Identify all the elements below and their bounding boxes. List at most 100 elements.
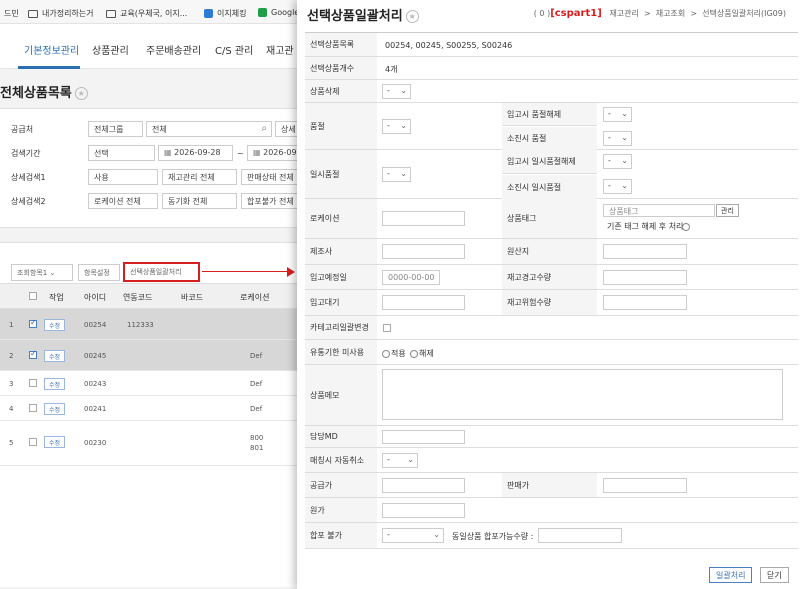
merge-qty-label: 동일상품 합포가능수량 : [452,532,534,541]
auto-cancel-select[interactable]: - ⌄ [382,453,418,468]
table-row[interactable]: 1 ✓ 수정 00254 112333 [0,309,300,340]
table-row[interactable]: 3 수정 00243 Def [0,371,300,396]
delete-select[interactable]: - ⌄ [382,84,411,99]
maker-input[interactable] [382,244,465,259]
edit-button[interactable]: 수정 [44,319,66,331]
expiry-release-label: 해제 [419,349,434,358]
search-panel: 공급처 전체그룹 전체 ⌕ 상세 검색기간 선택 ▦ 2026-09-28 ~ ▦… [0,108,300,228]
breadcrumb: ( 0 )[cspart1] 재고관리 > 재고조회 > 선택상품일괄처리(IG… [534,8,786,19]
row-checkbox-checked[interactable]: ✓ [29,349,37,359]
in-temp-release-select[interactable]: - ⌄ [603,154,632,169]
close-button[interactable]: 닫기 [760,567,789,583]
date-to-input[interactable]: ▦ 2026-09 [247,145,300,161]
edit-button[interactable]: 수정 [44,436,66,448]
memo-textarea[interactable] [382,369,783,420]
page-title: 전체상품목록 ★ [0,82,88,101]
batch-process-button[interactable]: 선택상품일괄처리 [123,262,200,282]
favorite-star-icon[interactable]: ★ [74,87,88,100]
favorite-star-icon[interactable]: ★ [405,10,419,23]
temp-soldout-select[interactable]: - ⌄ [382,167,411,182]
table-row[interactable]: 2 ✓ 수정 00245 Def [0,340,300,371]
out-temp-select-value: - [608,181,611,190]
nav-tab-cs[interactable]: C/S 관리 [215,42,253,57]
table-row[interactable]: 4 수정 00241 Def [0,396,300,421]
nav-tab-basic-info[interactable]: 기본정보관리 [24,42,79,57]
tag-input[interactable]: 상품태그 [603,204,715,217]
column-setting-button[interactable]: 항목설정 [78,264,120,281]
row-checkbox[interactable] [29,404,37,412]
row-checkbox-checked[interactable]: ✓ [29,318,37,328]
crumb-2[interactable]: 재고조회 [656,9,685,18]
form-row-soldout: 품절 - ⌄ 입고시 품절해제 - ⌄ 소진시 품절 - ⌄ [305,103,798,150]
date-from-input[interactable]: ▦ 2026-09-28 [158,145,233,161]
wait-input[interactable] [382,295,465,310]
batch-modal: 선택상품일괄처리 ★ ( 0 )[cspart1] 재고관리 > 재고조회 > 선… [297,0,800,589]
merge-label: 합포 불가 [305,523,377,548]
col-header-linkcode: 연동코드 [123,293,153,302]
batch-apply-button[interactable]: 일괄처리 [709,567,753,583]
edit-button[interactable]: 수정 [44,403,66,415]
detail1-stock-select[interactable]: 재고관리 전체 [162,169,237,185]
indate-input[interactable]: 0000-00-00 [382,270,440,285]
stock-warn-input[interactable] [603,270,687,285]
table-row[interactable]: 5 수정 00230 800 801 [0,421,300,466]
location-input[interactable] [382,211,465,226]
view-items-select[interactable]: 조회항목1 ⌄ [11,264,73,281]
temp-soldout-select-value: - [387,169,390,178]
tag-clear-checkbox[interactable] [682,223,690,231]
category-checkbox[interactable] [383,324,391,332]
merge-select[interactable]: - ⌄ [382,528,444,543]
nav-tab-product[interactable]: 상품관리 [92,42,129,57]
bookmark-1[interactable]: 드민 [4,8,19,19]
out-temp-select[interactable]: - ⌄ [603,179,632,194]
detail2-location-select[interactable]: 로케이션 전체 [88,193,158,209]
bookmark-4[interactable]: 이지체킹 [204,8,246,19]
detail1-use-select[interactable]: 사용 [88,169,158,185]
page-title-text: 전체상품목록 [0,86,72,101]
period-select[interactable]: 선택 [88,145,155,161]
tag-manage-button[interactable]: 관리 [716,204,739,217]
supplier-input[interactable]: 전체 ⌕ [146,121,272,137]
row-checkbox[interactable] [29,379,37,387]
search-icon[interactable]: ⌕ [261,123,267,134]
nav-tab-order[interactable]: 주문배송관리 [146,42,201,57]
origin-input[interactable] [603,244,687,259]
detail2-merge-select[interactable]: 합포불가 전체 [241,193,300,209]
detail2-label: 상세검색2 [11,197,46,206]
form-row-location: 로케이션 상품태그 상품태그 관리 기존 태그 해제 후 처리 [305,199,798,239]
out-soldout-select-value: - [608,133,611,142]
sale-price-input[interactable] [603,478,687,493]
background-page: 기본정보관리 상품관리 주문배송관리 C/S 관리 재고관 전체상품목록 ★ 공급… [0,24,300,589]
select-all-checkbox[interactable] [29,292,37,300]
row-checkbox[interactable] [29,438,37,446]
crumb-1[interactable]: 재고관리 [609,9,638,18]
stock-danger-input[interactable] [603,295,687,310]
origin-label: 원산지 [502,239,597,264]
main-nav: 기본정보관리 상품관리 주문배송관리 C/S 관리 재고관 [0,24,300,69]
edit-button[interactable]: 수정 [44,378,66,390]
bookmark-5[interactable]: Google [258,8,299,17]
out-soldout-select[interactable]: - ⌄ [603,131,632,146]
chevron-down-icon: ⌄ [621,156,628,165]
expiry-apply-radio[interactable]: 적용 [382,348,406,359]
detail2-sync-select[interactable]: 동기화 전체 [162,193,237,209]
crumb-3: 선택상품일괄처리(IG09) [702,9,786,18]
supplier-label: 공급처 [11,125,34,134]
supplier-group-select[interactable]: 전체그룹 [88,121,143,137]
soldout-select[interactable]: - ⌄ [382,119,411,134]
grid-header: 작업 아이디 연동코드 바코드 로케이션 [0,283,300,309]
crumb-count: ( 0 ) [533,9,551,18]
soldout-label: 품절 [305,103,377,149]
detail1-sale-select[interactable]: 판매상태 전체 [241,169,300,185]
in-release-select[interactable]: - ⌄ [603,107,632,122]
nav-tab-stock[interactable]: 재고관 [266,42,294,57]
edit-button[interactable]: 수정 [44,350,66,362]
bookmark-2[interactable]: 내가정리하는거 [28,8,94,19]
bookmark-3[interactable]: 교육(우체국, 이지... [106,8,187,19]
merge-qty-input[interactable] [538,528,622,543]
md-input[interactable] [382,430,465,444]
cost-input[interactable] [382,503,465,518]
expiry-release-radio[interactable]: 해제 [410,348,434,359]
delete-select-value: - [387,86,390,95]
supply-price-input[interactable] [382,478,465,493]
